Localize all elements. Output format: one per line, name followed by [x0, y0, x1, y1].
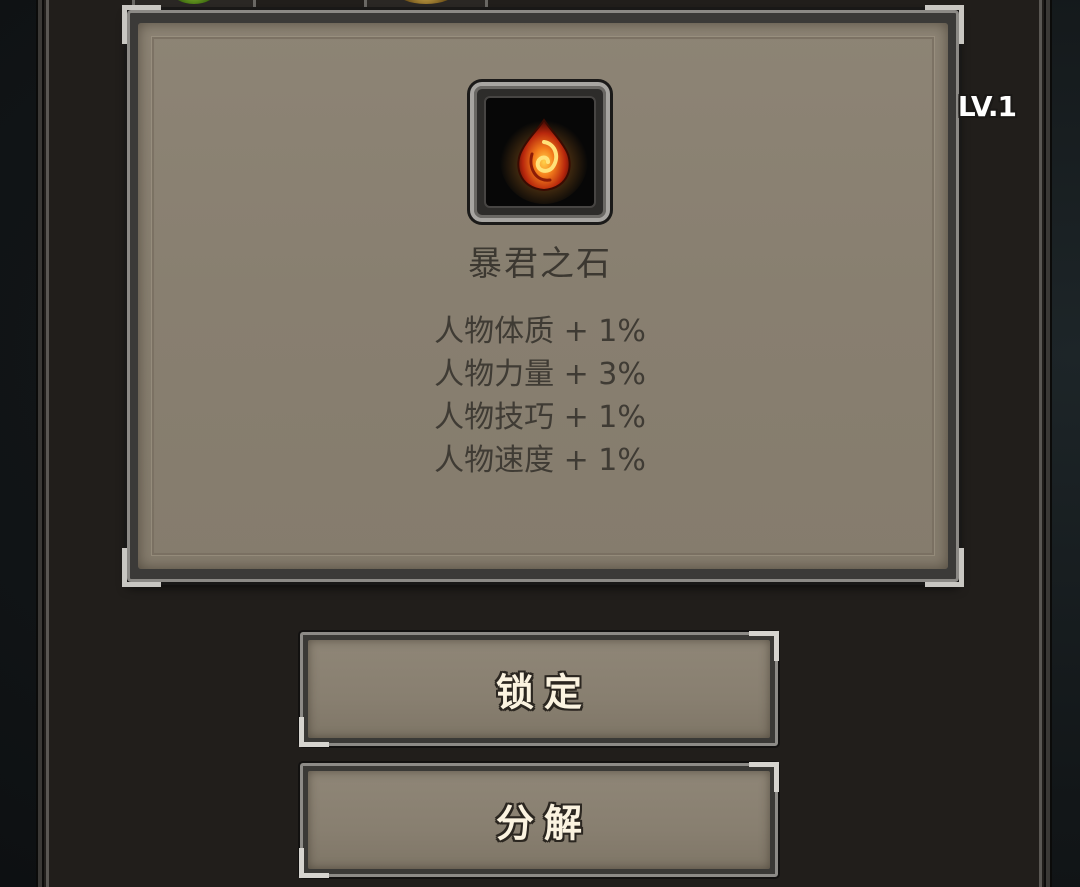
button-corner-ornament	[299, 717, 329, 747]
corner-ornament-top-left	[122, 5, 161, 44]
item-icon-slot	[484, 96, 596, 208]
item-name: 暴君之石	[468, 244, 612, 284]
stat-line-constitution: 人物体质 + 1%	[434, 314, 646, 349]
corner-ornament-bottom-left	[122, 548, 161, 587]
item-stats-list: 人物体质 + 1% 人物力量 + 3% 人物技巧 + 1% 人物速度 + 1%	[127, 310, 953, 482]
item-level-label: LV.1	[957, 90, 1017, 123]
stat-line-strength: 人物力量 + 3%	[434, 357, 646, 392]
lock-button[interactable]: 锁定	[299, 631, 779, 747]
corner-ornament-bottom-right	[925, 548, 964, 587]
decompose-button-label: 分解	[495, 801, 592, 846]
game-screen: LV.1 暴君之石 人物体质 + 1% 人物力量 + 3% 人物技巧 + 1% …	[0, 0, 1080, 887]
button-corner-ornament	[749, 762, 779, 792]
green-gem-icon	[172, 0, 216, 4]
corner-ornament-top-right	[925, 5, 964, 44]
fire-rune-stone-icon	[500, 116, 588, 204]
item-icon-frame	[470, 82, 610, 222]
decompose-button[interactable]: 分解	[299, 762, 779, 878]
stat-line-skill: 人物技巧 + 1%	[434, 400, 646, 435]
stat-line-speed: 人物速度 + 1%	[434, 443, 646, 478]
button-corner-ornament	[299, 848, 329, 878]
button-corner-ornament	[749, 631, 779, 661]
lock-button-label: 锁定	[495, 670, 592, 715]
gold-gem-icon	[396, 0, 456, 4]
